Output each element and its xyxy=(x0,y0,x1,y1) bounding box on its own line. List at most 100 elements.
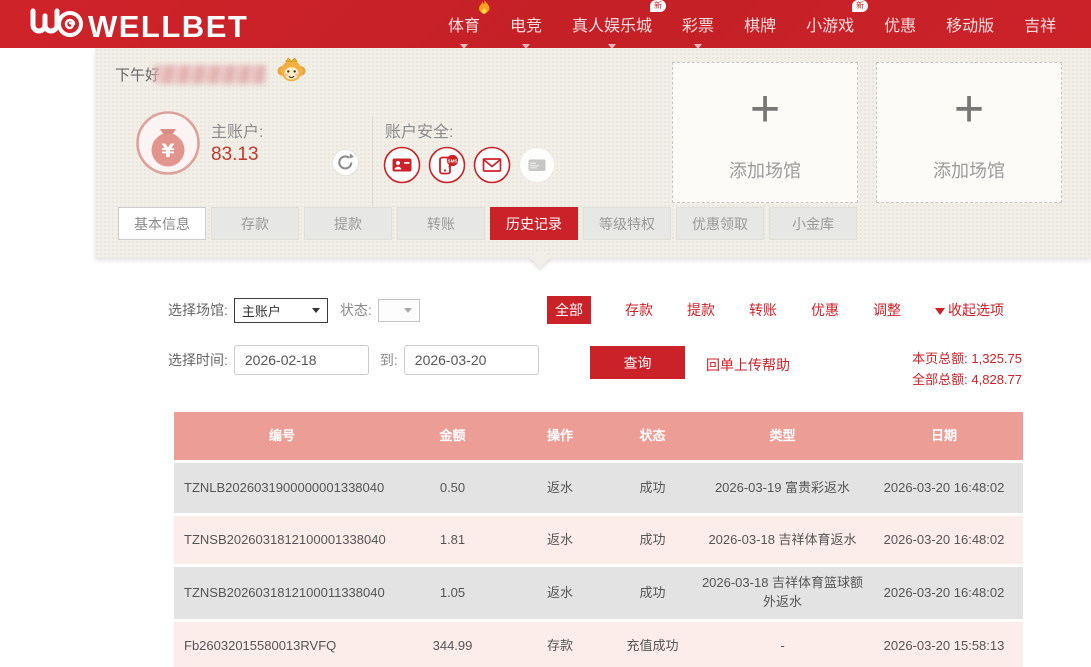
tab-withdraw[interactable]: 提款 xyxy=(304,207,392,240)
wellbet-logo[interactable]: WELLBET xyxy=(28,6,248,47)
venue-select-label: 选择场馆: xyxy=(168,302,228,318)
nav-item-lottery[interactable]: 彩票 xyxy=(682,12,714,49)
cell-amount: 344.99 xyxy=(432,638,473,654)
chevron-down-icon xyxy=(311,308,320,313)
status-select-label: 状态: xyxy=(339,302,372,318)
svg-text:¥: ¥ xyxy=(161,140,174,162)
monkey-avatar-icon xyxy=(276,55,307,90)
cell-id: Fb26032015580013RVFQ xyxy=(184,638,337,654)
main-nav: 体育 电竞 真人娱乐城 新 彩票 棋牌 小游戏 新 优惠 移动版 吉祥 xyxy=(448,0,1056,49)
username-redacted xyxy=(154,65,267,84)
nav-item-mini-games[interactable]: 小游戏 新 xyxy=(806,0,869,36)
col-header-amount: 金额 xyxy=(439,427,466,443)
type-tab-promo[interactable]: 优惠 xyxy=(811,300,839,320)
col-header-id: 编号 xyxy=(268,427,295,443)
cell-operation: 返水 xyxy=(546,479,573,495)
cell-date: 2026-03-20 16:48:02 xyxy=(883,531,1005,547)
nav-item-sports[interactable]: 体育 xyxy=(448,0,490,49)
top-navbar: WELLBET 体育 电竞 真人娱乐城 新 彩票 棋牌 小游戏 新 优惠 移动版… xyxy=(0,0,1091,49)
account-security-label: 账户安全: xyxy=(385,124,454,141)
cell-operation: 返水 xyxy=(546,531,573,547)
receipt-upload-help-link[interactable]: 回单上传帮助 xyxy=(706,355,790,375)
phone-sms-icon[interactable]: SMS xyxy=(428,146,466,189)
triangle-down-icon xyxy=(935,308,945,315)
date-from-input[interactable] xyxy=(233,345,369,375)
record-type-tabs: 全部 存款 提款 转账 优惠 调整 收起选项 xyxy=(547,296,1004,324)
cell-operation: 存款 xyxy=(546,638,573,654)
account-panel: 下午好 ¥ 主账户: 83.13 账户安全: SMS + 添加场馆 + 添加场馆… xyxy=(95,48,1091,258)
cell-operation: 返水 xyxy=(546,584,573,600)
cell-amount: 1.81 xyxy=(439,531,466,547)
cell-status: 成功 xyxy=(639,531,666,547)
nav-item-promotions[interactable]: 优惠 xyxy=(884,12,916,36)
wellbet-monogram-icon xyxy=(28,6,84,47)
add-venue-button[interactable]: + 添加场馆 xyxy=(876,62,1062,203)
logo-text: WELLBET xyxy=(88,8,249,44)
money-bag-icon: ¥ xyxy=(135,110,201,181)
sms-badge-text: SMS xyxy=(448,158,458,163)
cell-status: 成功 xyxy=(639,584,666,600)
cell-type: 2026-03-18 吉祥体育返水 xyxy=(708,531,857,547)
type-tab-deposit[interactable]: 存款 xyxy=(625,300,653,320)
status-select[interactable] xyxy=(377,298,420,322)
add-venue-button[interactable]: + 添加场馆 xyxy=(672,62,858,203)
table-row: Fb26032015580013RVFQ 344.99 存款 充值成功 - 20… xyxy=(174,622,1023,667)
hot-fire-icon xyxy=(478,0,491,21)
id-card-icon[interactable] xyxy=(383,146,421,189)
type-tab-all[interactable]: 全部 xyxy=(547,296,591,324)
col-header-operation: 操作 xyxy=(546,427,573,443)
tab-transfer[interactable]: 转账 xyxy=(397,207,485,240)
cell-status: 充值成功 xyxy=(626,638,679,654)
tab-vip-level[interactable]: 等级特权 xyxy=(583,207,671,240)
greeting: 下午好 xyxy=(115,57,307,90)
cell-amount: 1.05 xyxy=(439,584,466,600)
table-row: TZNSB2026031812100011338040 1.05 返水 成功 2… xyxy=(174,567,1023,619)
email-icon[interactable] xyxy=(473,146,511,189)
col-header-status: 状态 xyxy=(639,427,666,443)
page: WELLBET 体育 电竞 真人娱乐城 新 彩票 棋牌 小游戏 新 优惠 移动版… xyxy=(0,0,1091,667)
new-badge: 新 xyxy=(650,0,667,12)
all-total: 全部总额: 4,828.77 xyxy=(912,372,1022,387)
tab-vault[interactable]: 小金库 xyxy=(769,207,857,240)
table-row: TZNSB2026031812100001338040 1.81 返水 成功 2… xyxy=(174,516,1023,564)
tab-basic-info[interactable]: 基本信息 xyxy=(118,207,206,240)
tab-promo-claim[interactable]: 优惠领取 xyxy=(676,207,764,240)
filter-row-venue: 选择场馆: 主账户 状态: xyxy=(168,297,420,323)
cell-status: 成功 xyxy=(639,479,666,495)
venue-select[interactable]: 主账户 xyxy=(233,297,328,323)
type-tab-withdraw[interactable]: 提款 xyxy=(687,300,715,320)
refresh-balance-icon[interactable] xyxy=(331,148,360,182)
time-select-label: 选择时间: xyxy=(168,352,228,368)
new-badge: 新 xyxy=(852,0,869,12)
cell-id: TZNSB2026031812100011338040 xyxy=(184,584,385,600)
cell-date: 2026-03-20 16:48:02 xyxy=(883,584,1005,600)
tab-history[interactable]: 历史记录 xyxy=(490,207,578,240)
nav-item-live-casino[interactable]: 真人娱乐城 新 xyxy=(572,0,667,49)
type-tab-adjust[interactable]: 调整 xyxy=(873,300,901,320)
nav-item-board-games[interactable]: 棋牌 xyxy=(744,12,776,36)
table-header-row: 编号 金额 操作 状态 类型 日期 xyxy=(174,412,1023,460)
type-tab-transfer[interactable]: 转账 xyxy=(749,300,777,320)
cell-date: 2026-03-20 16:48:02 xyxy=(883,479,1005,495)
nav-item-mobile[interactable]: 移动版 xyxy=(946,12,994,36)
page-total: 本页总额: 1,325.75 xyxy=(912,351,1022,366)
main-account-label: 主账户: xyxy=(211,124,264,141)
nav-item-jixiang[interactable]: 吉祥 xyxy=(1024,12,1056,36)
col-header-type: 类型 xyxy=(769,427,796,443)
cell-type: 2026-03-18 吉祥体育篮球额外返水 xyxy=(701,575,864,609)
filter-row-date: 选择时间: 到: xyxy=(168,344,539,376)
collapse-options-link[interactable]: 收起选项 xyxy=(935,300,1004,320)
cell-type: 2026-03-19 富贵彩返水 xyxy=(714,479,851,495)
history-table: 编号 金额 操作 状态 类型 日期 TZNLB20260319000000013… xyxy=(174,412,1023,667)
cell-type: - xyxy=(780,638,785,654)
nav-item-esports[interactable]: 电竞 xyxy=(510,12,542,49)
date-to-input[interactable] xyxy=(403,345,539,375)
plus-icon: + xyxy=(953,79,985,138)
cell-id: TZNLB2026031900000001338040 xyxy=(184,479,385,495)
query-button[interactable]: 查询 xyxy=(590,346,685,379)
col-header-date: 日期 xyxy=(930,427,957,443)
bank-card-icon[interactable] xyxy=(518,146,556,189)
tab-deposit[interactable]: 存款 xyxy=(211,207,299,240)
totals: 本页总额: 1,325.75 全部总额: 4,828.77 xyxy=(912,348,1022,390)
table-row: TZNLB2026031900000001338040 0.50 返水 成功 2… xyxy=(174,463,1023,513)
